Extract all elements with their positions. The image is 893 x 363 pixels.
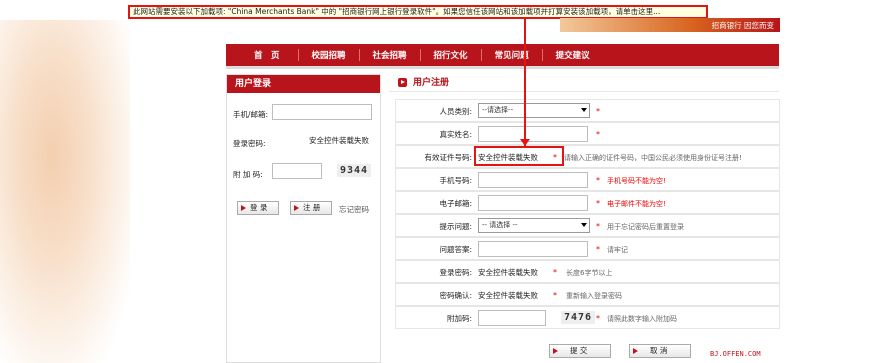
- nav-home[interactable]: 首 页: [226, 49, 298, 61]
- watermark: BJ.OFFEN.COM: [710, 350, 761, 358]
- id-number-label: 有效证件号码:: [424, 153, 472, 162]
- register-title-text: 用户注册: [413, 78, 450, 88]
- captcha-input[interactable]: [478, 310, 546, 326]
- login-password-label: 登录密码:: [233, 139, 266, 148]
- password-confirm-label: 密码确认:: [439, 291, 472, 300]
- nav-campus-recruitment[interactable]: 校园招聘: [299, 49, 359, 61]
- nav-culture[interactable]: 招行文化: [421, 49, 481, 61]
- arrow-right-icon: [633, 348, 638, 354]
- row-email: 电子邮箱: * 电子邮件不能为空!: [395, 191, 780, 214]
- main-navigation: 首 页 校园招聘 社会招聘 招行文化 常见问题 提交建议: [226, 44, 779, 66]
- top-banner: 招商银行 因您而变: [560, 18, 780, 32]
- cancel-button[interactable]: 取 消: [629, 344, 691, 358]
- annotation-line: [524, 18, 526, 146]
- password-label: 登录密码:: [439, 268, 472, 277]
- chevron-down-icon: [581, 108, 587, 112]
- row-hint-question: 提示问题: -- 请选择 -- * 用于忘记密码后重置登录: [395, 214, 780, 237]
- password-control[interactable]: 安全控件装载失败: [478, 267, 538, 278]
- submit-button[interactable]: 提 交: [549, 344, 611, 358]
- email-label: 电子邮箱:: [439, 199, 472, 208]
- cancel-button-label: 取 消: [650, 346, 668, 355]
- register-button[interactable]: 注 册: [290, 201, 332, 215]
- hint-question-hint: 用于忘记密码后重置登录: [607, 223, 684, 231]
- chevron-down-icon: [581, 223, 587, 227]
- nav-faq[interactable]: 常见问题: [482, 49, 542, 61]
- row-id-number: 有效证件号码: 安全控件装载失败 * 请输入正确的证件号码，中国公民必须使用身份…: [395, 145, 780, 168]
- captcha-label: 附加码:: [446, 314, 472, 323]
- row-password-confirm: 密码确认: 安全控件装载失败 * 重新输入登录密码: [395, 283, 780, 306]
- required-mark: *: [596, 107, 600, 116]
- hint-question-select[interactable]: -- 请选择 --: [478, 218, 590, 233]
- required-mark: *: [553, 291, 557, 300]
- row-captcha: 附加码: 7476 * 请照此数字输入附加码: [395, 306, 780, 329]
- information-bar-text: 此网站需要安装以下加载项: "China Merchants Bank" 中的 …: [133, 7, 661, 16]
- person-type-value: --请选择--: [482, 106, 514, 114]
- password-hint: 长度6字节以上: [566, 269, 613, 277]
- row-real-name: 真实姓名: *: [395, 122, 780, 145]
- answer-input[interactable]: [478, 241, 588, 257]
- required-mark: *: [596, 222, 600, 231]
- arrow-square-icon: [398, 78, 407, 87]
- nav-social-recruitment[interactable]: 社会招聘: [360, 49, 420, 61]
- arrow-right-icon: [294, 205, 299, 211]
- decorative-background: [0, 20, 130, 363]
- captcha-image: 7476: [561, 311, 596, 324]
- id-number-hint: 请输入正确的证件号码，中国公民必须使用身份证号注册!: [564, 154, 742, 162]
- forgot-password-link[interactable]: 忘记密码: [339, 204, 369, 215]
- answer-hint: 请牢记: [607, 246, 628, 254]
- mobile-input[interactable]: [478, 172, 588, 188]
- ie-information-bar[interactable]: 此网站需要安装以下加载项: "China Merchants Bank" 中的 …: [128, 5, 708, 19]
- row-person-type: 人员类别: --请选择-- *: [395, 99, 780, 122]
- nav-shadow: [226, 66, 779, 69]
- row-mobile: 手机号码: * 手机号码不能为空!: [395, 168, 780, 191]
- annotation-arrow-icon: [520, 139, 530, 146]
- login-captcha-image: 9344: [337, 164, 372, 177]
- login-title: 用户登录: [227, 75, 380, 93]
- captcha-hint: 请照此数字输入附加码: [607, 315, 677, 323]
- required-mark: *: [553, 268, 557, 277]
- hint-question-label: 提示问题:: [439, 222, 472, 231]
- required-mark: *: [596, 245, 600, 254]
- page: 此网站需要安装以下加载项: "China Merchants Bank" 中的 …: [0, 0, 893, 363]
- person-type-label: 人员类别:: [439, 107, 472, 116]
- hint-question-value: -- 请选择 --: [482, 221, 518, 229]
- login-captcha-input[interactable]: [272, 163, 322, 179]
- real-name-label: 真实姓名:: [439, 130, 472, 139]
- email-input[interactable]: [478, 195, 588, 211]
- required-mark: *: [596, 314, 600, 323]
- login-captcha-label: 附 加 码:: [233, 170, 263, 179]
- required-mark: *: [596, 130, 600, 139]
- login-button-label: 登 录: [250, 203, 268, 212]
- required-mark: *: [596, 199, 600, 208]
- required-mark: *: [596, 176, 600, 185]
- register-button-label: 注 册: [303, 203, 321, 212]
- email-error: 电子邮件不能为空!: [607, 200, 666, 208]
- nav-suggestion[interactable]: 提交建议: [543, 49, 603, 61]
- arrow-right-icon: [241, 205, 246, 211]
- login-panel: 用户登录 手机/邮箱: 登录密码: 安全控件装载失败 附 加 码: 9344 登…: [226, 74, 381, 363]
- row-password: 登录密码: 安全控件装载失败 * 长度6字节以上: [395, 260, 780, 283]
- real-name-input[interactable]: [478, 126, 588, 142]
- person-type-select[interactable]: --请选择--: [478, 103, 590, 118]
- banner-slogan: 招商银行 因您而变: [711, 21, 774, 30]
- annotation-highlight-box: [474, 146, 564, 166]
- login-phone-input[interactable]: [272, 104, 372, 120]
- mobile-error: 手机号码不能为空!: [607, 177, 666, 185]
- password-confirm-hint: 重新输入登录密码: [566, 292, 622, 300]
- mobile-label: 手机号码:: [439, 176, 472, 185]
- login-phone-label: 手机/邮箱:: [233, 110, 269, 119]
- submit-button-label: 提 交: [570, 346, 588, 355]
- row-answer: 问题答案: * 请牢记: [395, 237, 780, 260]
- answer-label: 问题答案:: [439, 245, 472, 254]
- register-title: 用户注册: [389, 74, 779, 92]
- register-panel: 用户注册 人员类别: --请选择-- * 真实姓名: * 有效证件号码: 安全控…: [389, 74, 780, 363]
- login-password-control[interactable]: 安全控件装载失败: [309, 135, 369, 146]
- login-button[interactable]: 登 录: [237, 201, 279, 215]
- password-confirm-control[interactable]: 安全控件装载失败: [478, 290, 538, 301]
- arrow-right-icon: [553, 348, 558, 354]
